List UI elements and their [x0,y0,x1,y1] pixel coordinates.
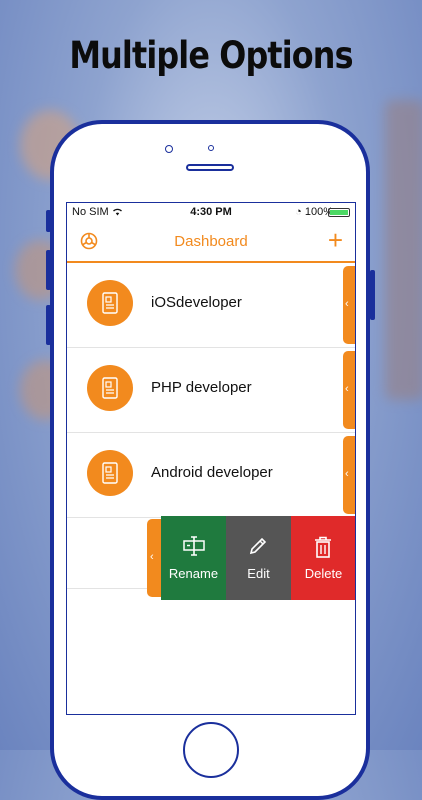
home-button[interactable] [183,722,239,778]
list-item-label: iOSdeveloper [151,294,242,311]
device-side-button [370,270,375,320]
list-item-label: PHP developer [151,379,252,396]
add-button[interactable]: + [328,227,343,253]
list-item[interactable]: iOSdeveloper ‹ [67,263,355,348]
headline: Multiple Options [69,34,353,77]
edit-label: Edit [247,566,270,581]
document-icon [87,365,133,411]
list-item[interactable]: PHP developer ‹ [67,348,355,433]
swipe-actions: ‹ Rename Edit Delete [147,516,355,600]
chevron-left-icon: ‹ [345,383,349,395]
page-title: Dashboard [174,233,248,250]
camera-icon [165,145,173,153]
chevron-left-icon: ‹ [345,298,349,310]
trash-icon [315,536,331,558]
speaker-grille [186,164,234,171]
list-item[interactable]: Android developer ‹ [67,433,355,518]
status-bar: No SIM 4:30 PM ◔ 100% [67,203,355,221]
chevron-left-icon: ‹ [150,551,154,563]
delete-button[interactable]: Delete [291,516,355,600]
swipe-handle[interactable]: ‹ [147,519,161,597]
swipe-handle[interactable]: ‹ [343,436,355,514]
rename-button[interactable]: Rename [161,516,226,600]
delete-label: Delete [304,566,343,581]
sensor-icon [208,145,214,151]
app-screen: No SIM 4:30 PM ◔ 100% Dashboard + iOSdev… [66,202,356,715]
rename-label: Rename [168,566,219,581]
nav-bar: Dashboard + [67,221,355,263]
pencil-icon [249,537,267,555]
battery-icon [328,208,350,217]
edit-button[interactable]: Edit [226,516,291,600]
background-blur [385,100,422,400]
chevron-left-icon: ‹ [345,468,349,480]
list-item-label: Android developer [151,464,273,481]
document-icon [87,450,133,496]
rename-icon [183,536,205,556]
swipe-handle[interactable]: ‹ [343,351,355,429]
document-icon [87,280,133,326]
rotation-lock-icon: ◔ [295,206,302,218]
swipe-handle[interactable]: ‹ [343,266,355,344]
